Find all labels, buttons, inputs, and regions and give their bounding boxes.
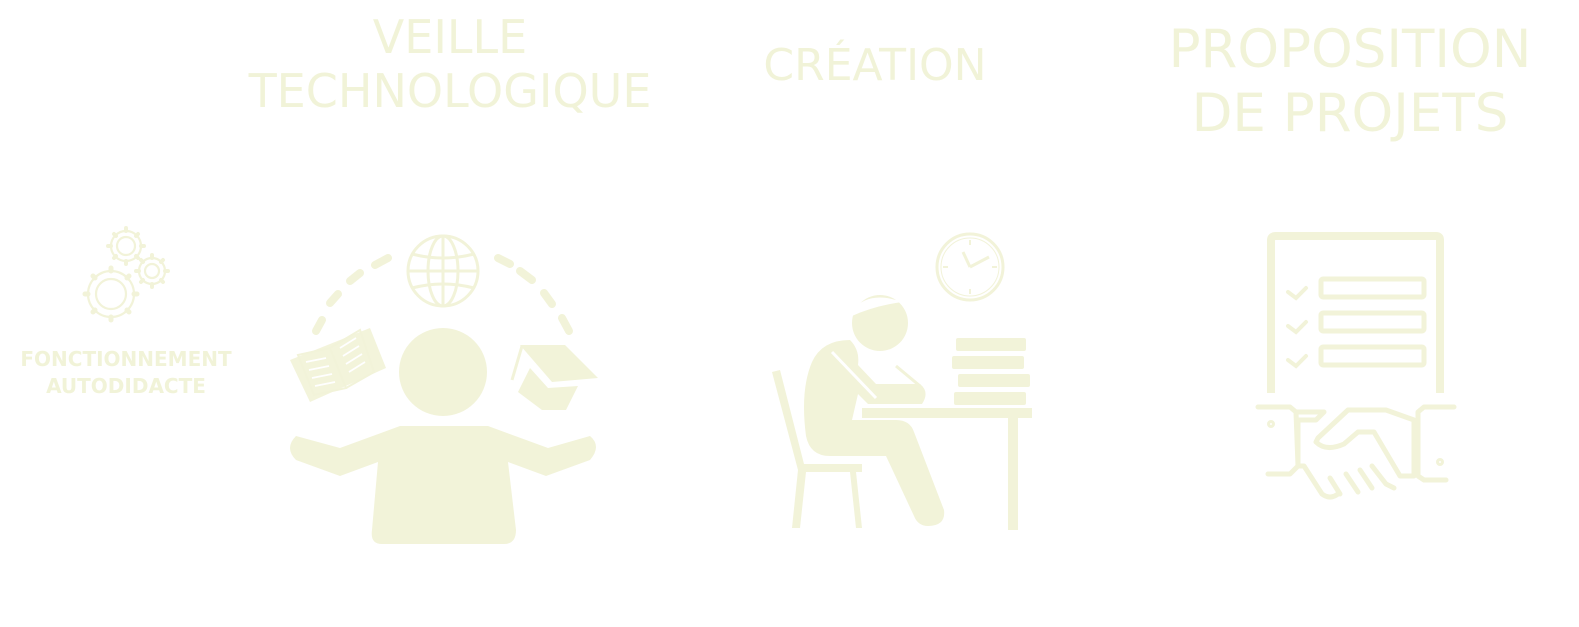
open-book-icon — [290, 328, 386, 402]
checklist-board-icon — [1267, 232, 1444, 393]
head — [399, 328, 487, 416]
globe-icon — [406, 234, 480, 308]
wall-clock-icon — [935, 232, 1005, 302]
gears-icon — [82, 226, 170, 323]
handshake-icon — [1255, 404, 1457, 500]
person-studying-icon — [772, 295, 1032, 530]
body-arms — [290, 426, 596, 544]
graduation-cap-icon — [510, 345, 598, 410]
illustrations — [82, 226, 1457, 544]
person-juggling-icon — [290, 234, 598, 544]
